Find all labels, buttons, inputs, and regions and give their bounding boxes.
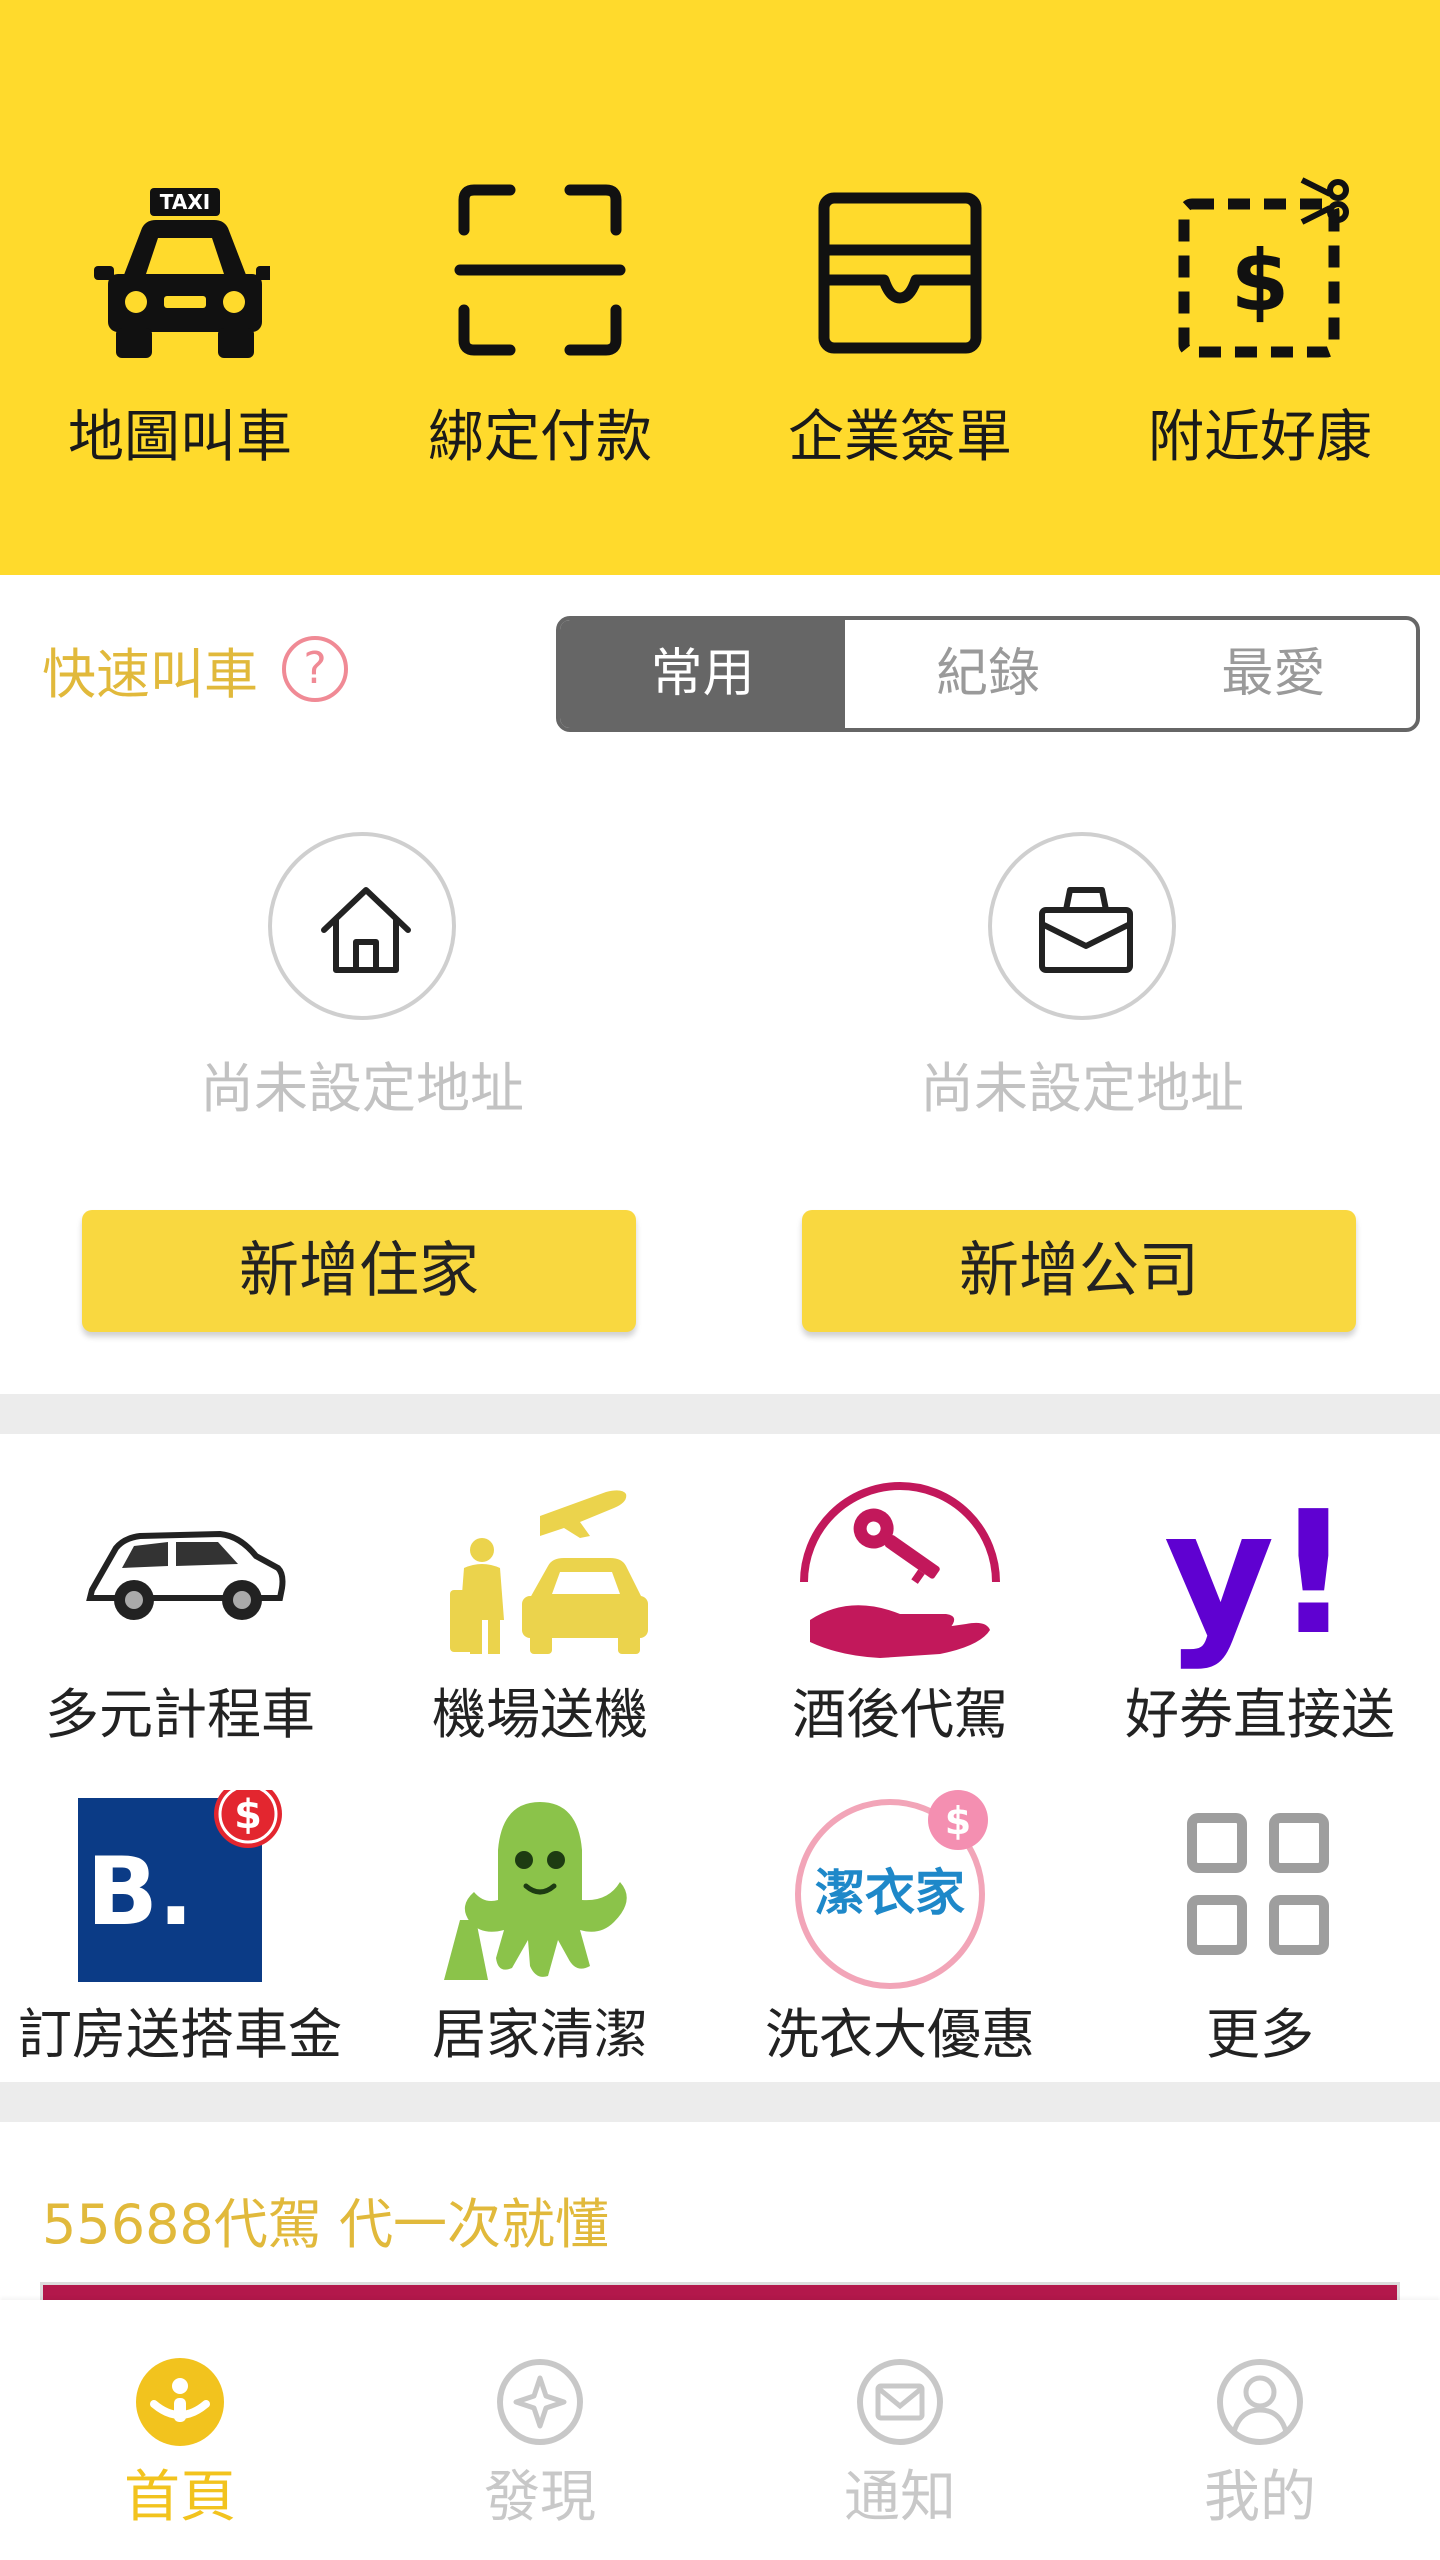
briefcase-icon: [1039, 887, 1133, 973]
company-address-note: 尚未設定地址: [920, 1057, 1244, 1120]
map-call-taxi-label: 地圖叫車: [68, 405, 292, 470]
nav-home-label: 首頁: [124, 2465, 236, 2530]
svg-text:潔衣家: 潔衣家: [815, 1864, 965, 1922]
nearby-deals-button[interactable]: $ 附近好康: [1080, 170, 1440, 500]
enterprise-sign-button[interactable]: 企業簽單: [720, 170, 1080, 500]
home-address-card: 尚未設定地址 新增住家: [82, 832, 642, 1352]
service-laundry[interactable]: 潔衣家 $ 洗衣大優惠: [720, 1790, 1080, 2090]
quick-call-segmented-control: 常用 紀錄 最愛: [556, 616, 1420, 732]
yahoo-icon: y!: [1164, 1475, 1352, 1670]
bottom-navigation: 首頁 發現 通知 我的: [0, 2300, 1440, 2560]
map-call-taxi-button[interactable]: TAXI 地圖叫車: [0, 170, 360, 500]
promo-title: 55688代駕 代一次就懂: [42, 2193, 609, 2256]
service-yahoo-coupon[interactable]: y! 好券直接送: [1080, 1470, 1440, 1770]
service-home-cleaning[interactable]: 居家清潔: [360, 1790, 720, 2090]
service-designated-driver[interactable]: 酒後代駕: [720, 1470, 1080, 1770]
svg-text:$: $: [1231, 232, 1289, 330]
scan-frame-icon: [454, 184, 626, 356]
service-home-cleaning-label: 居家清潔: [432, 2003, 648, 2066]
section-divider: [0, 1394, 1440, 1434]
top-action-bar: TAXI 地圖叫車 綁定付款 企業簽單 $ 附近好康: [0, 0, 1440, 575]
nav-profile[interactable]: 我的: [1080, 2300, 1440, 2560]
suv-car-icon: [86, 1530, 286, 1620]
service-designated-driver-label: 酒後代駕: [792, 1683, 1008, 1746]
discover-icon: [497, 2359, 583, 2445]
service-airport-transfer-label: 機場送機: [432, 1683, 648, 1746]
company-address-card: 尚未設定地址 新增公司: [802, 832, 1362, 1352]
nav-notifications-label: 通知: [844, 2465, 956, 2530]
home-icon: [321, 887, 411, 973]
service-laundry-label: 洗衣大優惠: [765, 2003, 1035, 2066]
svg-text:B.: B.: [86, 1838, 193, 1947]
nav-home[interactable]: 首頁: [0, 2300, 360, 2560]
booking-icon: B. $: [78, 1790, 282, 1982]
svg-text:y!: y!: [1164, 1475, 1352, 1670]
cleaning-octopus-icon: [444, 1802, 627, 1980]
service-yahoo-coupon-label: 好券直接送: [1125, 1683, 1395, 1746]
svg-text:$: $: [234, 1792, 262, 1838]
quick-call-title: 快速叫車: [42, 643, 258, 706]
bind-payment-button[interactable]: 綁定付款: [360, 170, 720, 500]
tab-frequent[interactable]: 常用: [560, 620, 846, 728]
company-address-circle[interactable]: [988, 832, 1176, 1020]
taxi-icon: TAXI: [94, 188, 270, 358]
service-multi-taxi[interactable]: 多元計程車: [0, 1470, 360, 1770]
airport-transfer-icon: [450, 1490, 648, 1654]
profile-icon: [1217, 2359, 1303, 2445]
nav-notifications[interactable]: 通知: [720, 2300, 1080, 2560]
svg-text:TAXI: TAXI: [160, 190, 210, 214]
laundry-icon: 潔衣家 $: [795, 1790, 988, 1989]
nearby-deals-label: 附近好康: [1148, 405, 1372, 470]
wallet-icon: [818, 192, 982, 354]
service-airport-transfer[interactable]: 機場送機: [360, 1470, 720, 1770]
home-address-note: 尚未設定地址: [200, 1057, 524, 1120]
service-booking-credit[interactable]: B. $ 訂房送搭車金: [0, 1790, 360, 2090]
service-booking-credit-label: 訂房送搭車金: [18, 2003, 342, 2066]
svg-text:$: $: [945, 1799, 971, 1843]
nav-discover[interactable]: 發現: [360, 2300, 720, 2560]
grid-more-icon: [1187, 1813, 1329, 1955]
tab-history[interactable]: 紀錄: [845, 620, 1130, 728]
help-icon[interactable]: ?: [282, 636, 348, 702]
service-multi-taxi-label: 多元計程車: [45, 1683, 315, 1746]
service-more[interactable]: 更多: [1080, 1790, 1440, 2090]
coupon-icon: $: [1178, 177, 1349, 358]
mail-icon: [857, 2359, 943, 2445]
bind-payment-label: 綁定付款: [428, 405, 652, 470]
designated-driver-icon: [800, 1482, 1000, 1658]
nav-discover-label: 發現: [484, 2465, 596, 2530]
tab-favorites[interactable]: 最愛: [1131, 620, 1416, 728]
nav-profile-label: 我的: [1204, 2465, 1316, 2530]
enterprise-sign-label: 企業簽單: [788, 405, 1012, 470]
add-home-button[interactable]: 新增住家: [82, 1210, 636, 1332]
service-more-label: 更多: [1206, 2003, 1314, 2066]
home-logo-icon: [136, 2358, 224, 2446]
add-company-button[interactable]: 新增公司: [802, 1210, 1356, 1332]
section-divider: [0, 2082, 1440, 2122]
home-address-circle[interactable]: [268, 832, 456, 1020]
